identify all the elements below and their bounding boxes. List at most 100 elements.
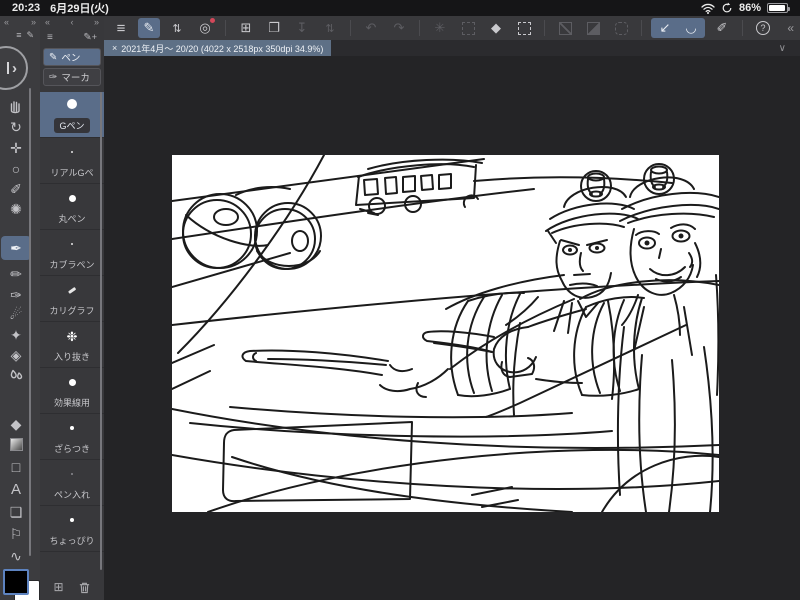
canvas-drawing: [172, 155, 719, 512]
command-bar: ≡ ✎ ⇅ ◎ ⊞ ❐ ↧ ⇅ ↶ ↷ ✳ ◆ ↙ ◡ ✐ ? «: [104, 16, 800, 40]
help-button[interactable]: ?: [752, 18, 774, 38]
expand-panel-icon[interactable]: »: [31, 17, 36, 27]
toolbar-divider: [350, 20, 351, 36]
brush-tip-preview: [67, 99, 77, 109]
tool-figure[interactable]: □: [0, 457, 32, 477]
subtool-label: 入り抜き: [53, 352, 90, 362]
tool-auto-select[interactable]: ✺: [0, 199, 32, 219]
subtool-item-real-g-pen[interactable]: リアルGペ: [40, 138, 104, 184]
subtool-group-tab-marker[interactable]: ✑ マーカ: [43, 68, 101, 86]
toolbar-divider: [544, 20, 545, 36]
subtool-add-icon[interactable]: ✎+: [83, 32, 97, 43]
subtool-scrollbar[interactable]: [100, 92, 102, 570]
tool-airbrush[interactable]: ☄: [0, 304, 32, 324]
snap-special-ruler-button[interactable]: ◡: [680, 18, 702, 38]
tool-rotate[interactable]: ↻: [0, 117, 32, 137]
subtool-item-g-pen[interactable]: Gペン: [40, 92, 104, 138]
palette-pen-icon: ✎: [26, 29, 34, 40]
close-tab-icon[interactable]: ×: [112, 43, 117, 53]
redo-button[interactable]: ↷: [388, 18, 410, 38]
canvas-workspace[interactable]: [104, 56, 800, 600]
subtool-item-calligraphy[interactable]: カリグラフ: [40, 276, 104, 322]
subtool-item-rough[interactable]: ざらつき: [40, 414, 104, 460]
status-bar: 20:23 6月29日(火) 86%: [0, 0, 800, 16]
snap-ruler-button[interactable]: ↙: [654, 18, 676, 38]
tool-gradient[interactable]: [0, 434, 32, 454]
tool-eyedropper[interactable]: ✐: [0, 179, 32, 199]
subtool-collapse-icon[interactable]: «: [45, 17, 50, 28]
subtool-label: Gペン: [54, 118, 90, 133]
expand-file-button[interactable]: ⇅: [319, 18, 341, 38]
open-file-button[interactable]: ❐: [263, 18, 285, 38]
tool-stroke-correct[interactable]: ∿: [0, 546, 32, 566]
tool-decoration[interactable]: ✦: [0, 325, 32, 345]
tool-brush[interactable]: ✑: [0, 285, 32, 305]
subtool-expand-icon[interactable]: »: [94, 17, 99, 28]
selection-border-button[interactable]: [610, 18, 632, 38]
menu-button[interactable]: ≡: [110, 18, 132, 38]
tool-eraser[interactable]: ◈: [0, 345, 32, 365]
subtool-item-round-pen[interactable]: 丸ペン: [40, 184, 104, 230]
tool-hand[interactable]: [0, 96, 32, 116]
subtool-item-choppy[interactable]: ちょっぴり: [40, 506, 104, 552]
tool-move[interactable]: ✛: [0, 138, 32, 158]
dashed-selection-icon: [461, 21, 475, 35]
subtool-item-effect-line[interactable]: 効果線用: [40, 368, 104, 414]
undo-button[interactable]: ↶: [360, 18, 382, 38]
duplicate-subtool-button[interactable]: ⊞: [53, 580, 63, 594]
brush-tip-preview: [68, 286, 76, 294]
tab-list-chevron[interactable]: ∨: [779, 43, 786, 54]
subtool-group-tab-pen[interactable]: ✎ ペン: [43, 48, 101, 66]
rotation-lock-icon: [722, 2, 732, 13]
tool-lasso[interactable]: ○: [0, 159, 32, 179]
clip-studio-paint-screen: 20:23 6月29日(火) 86% ≡ ✎ ⇅ ◎ ⊞ ❐ ↧ ⇅ ↶ ↷ ✳…: [0, 0, 800, 600]
subtool-list: Gペン リアルGペ 丸ペン カブラペン カリグラフ ❉ 入り抜き 効果線用 ざら…: [40, 92, 104, 552]
new-canvas-button[interactable]: ⊞: [235, 18, 257, 38]
tool-palette-scrollbar[interactable]: [29, 88, 31, 556]
invert-selection-button[interactable]: [582, 18, 604, 38]
subtool-menu-icon[interactable]: ≡: [47, 32, 53, 43]
subtool-add-pen-icon: ✎: [83, 32, 92, 43]
toolbar-divider: [641, 20, 642, 36]
save-button[interactable]: ↧: [291, 18, 313, 38]
main-color-swatch[interactable]: [3, 569, 29, 595]
tool-balloon[interactable]: ❏: [0, 502, 32, 522]
collapse-panel-icon[interactable]: «: [4, 17, 9, 27]
invert-selection-icon: [586, 21, 600, 35]
transform-frame-button[interactable]: [513, 18, 535, 38]
tool-blend[interactable]: [0, 365, 32, 385]
marker-tab-label: マーカ: [61, 73, 90, 84]
marker-tab-icon: ✑: [49, 71, 58, 83]
subtool-label: リアルGペ: [50, 168, 94, 178]
refresh-button[interactable]: ✳: [429, 18, 451, 38]
subtool-item-in-out-pen[interactable]: ❉ 入り抜き: [40, 322, 104, 368]
deselect-button[interactable]: [457, 18, 479, 38]
tool-pen-mode-button[interactable]: ✎: [138, 18, 160, 38]
snap-vanishing-button[interactable]: ✐: [711, 18, 733, 38]
snap-button-group: ↙ ◡: [651, 18, 705, 38]
subtool-prev-icon[interactable]: ‹: [71, 17, 74, 28]
tool-pencil[interactable]: ✏: [0, 264, 32, 284]
selection-border-icon: [614, 21, 628, 35]
tool-fill[interactable]: ◆: [0, 414, 32, 434]
document-tab[interactable]: × 2021年4月～ 20/20 (4022 x 2518px 350dpi 3…: [104, 40, 332, 56]
transform-frame-icon: [517, 21, 531, 35]
expand-tool-button[interactable]: ⇅: [166, 18, 188, 38]
subtool-item-inking[interactable]: ペン入れ: [40, 460, 104, 506]
tool-text[interactable]: A: [0, 479, 32, 499]
subtool-label: 効果線用: [53, 398, 90, 408]
palette-menu-icon[interactable]: ≡: [16, 30, 21, 40]
trash-icon[interactable]: [78, 581, 91, 594]
collapse-toolbar-button[interactable]: «: [787, 21, 794, 35]
toolbar-divider: [225, 20, 226, 36]
subtool-detail-button[interactable]: ◎: [194, 18, 216, 38]
clear-selection-button[interactable]: [554, 18, 576, 38]
tool-line-correct[interactable]: ⚐: [0, 524, 32, 544]
tool-pen-selected[interactable]: ✒: [1, 236, 31, 260]
fill-button[interactable]: ◆: [485, 18, 507, 38]
subtool-item-turnip-pen[interactable]: カブラペン: [40, 230, 104, 276]
drawing-canvas-page[interactable]: [172, 155, 719, 512]
blend-drops-icon: [10, 369, 23, 380]
notification-dot: [210, 18, 215, 23]
document-tab-bar: × 2021年4月～ 20/20 (4022 x 2518px 350dpi 3…: [104, 40, 800, 56]
